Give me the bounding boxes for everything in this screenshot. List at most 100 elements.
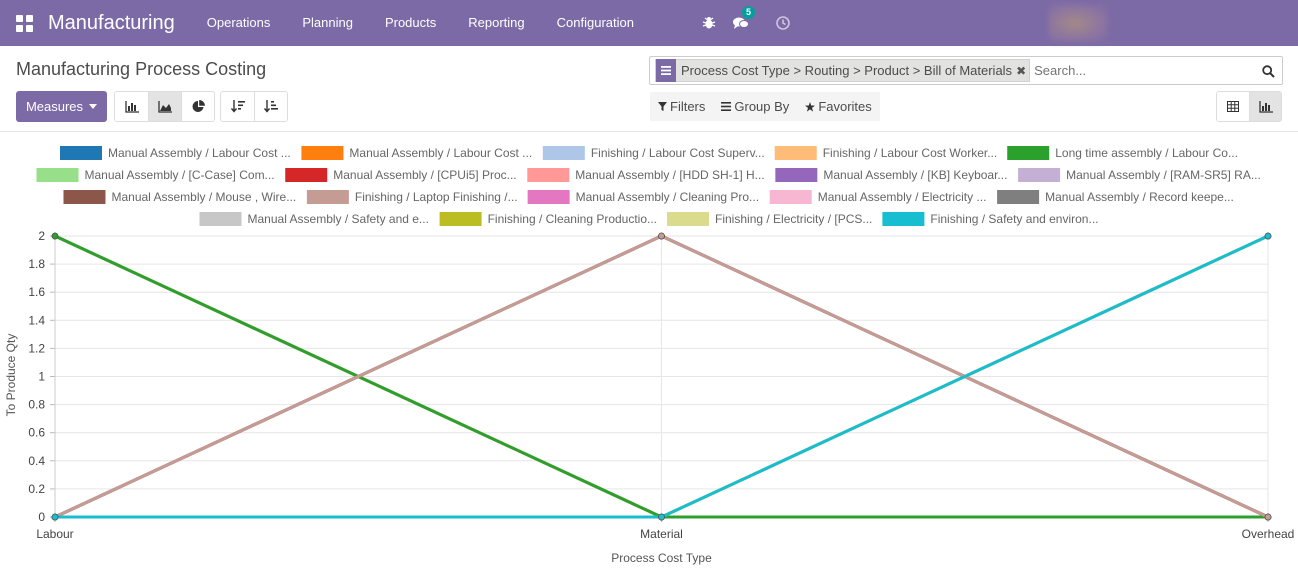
- groupby-label: Group By: [734, 99, 790, 114]
- legend-swatch: [527, 168, 570, 182]
- legend-swatch: [1007, 146, 1050, 160]
- favorites-label: Favorites: [818, 99, 872, 114]
- measures-button[interactable]: Measures: [16, 91, 107, 122]
- legend-item: Finishing / Cleaning Productio...: [439, 212, 657, 226]
- search-input[interactable]: [1034, 63, 1255, 78]
- legend-swatch: [542, 146, 585, 160]
- activity-clock-icon[interactable]: [774, 14, 792, 32]
- bar-chart-icon: [124, 100, 139, 113]
- menu-products[interactable]: Products: [369, 0, 452, 46]
- legend-label: Finishing / Labour Cost Superv...: [591, 146, 765, 160]
- data-point: [51, 232, 59, 240]
- y-tick-label: 1: [38, 370, 45, 384]
- x-tick-label: Labour: [36, 527, 73, 541]
- legend-item: Manual Assembly / Mouse , Wire...: [63, 190, 296, 204]
- legend-label: Manual Assembly / Safety and e...: [248, 212, 429, 226]
- favorites-button[interactable]: Favorites: [805, 99, 872, 114]
- menu-operations[interactable]: Operations: [191, 0, 287, 46]
- list-icon: [721, 102, 732, 111]
- graph-view-button[interactable]: [1249, 92, 1281, 121]
- data-point: [1264, 232, 1272, 240]
- legend-swatch: [774, 146, 817, 160]
- legend-label: Finishing / Cleaning Productio...: [488, 212, 657, 226]
- legend-item: Manual Assembly / [RAM-SR5] RA...: [1018, 168, 1261, 182]
- legend-label: Manual Assembly / [KB] Keyboar...: [823, 168, 1007, 182]
- sort-switcher: [220, 91, 288, 122]
- filters-button[interactable]: Filters: [658, 99, 705, 114]
- legend-label: Manual Assembly / [C-Case] Com...: [85, 168, 275, 182]
- legend-swatch: [199, 212, 242, 226]
- legend-label: Manual Assembly / [HDD SH-1] H...: [575, 168, 764, 182]
- search-bar: Process Cost Type > Routing > Product > …: [649, 56, 1283, 85]
- legend-item: Manual Assembly / [C-Case] Com...: [36, 168, 275, 182]
- menu-configuration[interactable]: Configuration: [541, 0, 650, 46]
- menu-planning[interactable]: Planning: [286, 0, 369, 46]
- chart-legend: Manual Assembly / Labour Cost ... Manual …: [36, 146, 1261, 226]
- view-switcher: [1216, 91, 1282, 122]
- legend-label: Manual Assembly / Labour Cost ...: [108, 146, 291, 160]
- legend-swatch: [775, 168, 818, 182]
- legend-item: Manual Assembly / Cleaning Pro...: [527, 190, 759, 204]
- search-icon[interactable]: [1259, 62, 1277, 80]
- legend-item: Finishing / Labour Cost Worker...: [774, 146, 998, 160]
- legend-swatch: [882, 212, 925, 226]
- legend-item: Manual Assembly / [CPUi5] Proc...: [285, 168, 517, 182]
- sort-ascending-button[interactable]: [254, 92, 287, 121]
- legend-swatch: [527, 190, 570, 204]
- line-chart-button[interactable]: [148, 92, 181, 121]
- legend-item: Finishing / Laptop Finishing /...: [306, 190, 518, 204]
- x-tick-label: Material: [640, 527, 683, 541]
- facet-remove-icon[interactable]: ✖: [1016, 64, 1029, 78]
- legend-label: Manual Assembly / [RAM-SR5] RA...: [1066, 168, 1261, 182]
- debug-bug-icon[interactable]: [700, 14, 718, 32]
- legend-label: Manual Assembly / Record keepe...: [1045, 190, 1234, 204]
- legend-label: Manual Assembly / Mouse , Wire...: [111, 190, 296, 204]
- chart-grid: [50, 235, 1269, 522]
- legend-swatch: [63, 190, 106, 204]
- legend-item: Finishing / Safety and environ...: [882, 212, 1098, 226]
- x-axis-ticks: Labour Material Overhead: [36, 527, 1294, 541]
- legend-item: Finishing / Labour Cost Superv...: [542, 146, 765, 160]
- apps-menu-icon[interactable]: [0, 0, 48, 46]
- legend-item: Finishing / Electricity / [PCS...: [667, 212, 872, 226]
- caret-down-icon: [89, 104, 98, 109]
- y-tick-label: 0.6: [28, 426, 45, 440]
- sort-descending-button[interactable]: [221, 92, 254, 121]
- user-avatar[interactable]: [1048, 4, 1108, 42]
- legend-item: Manual Assembly / Labour Cost ...: [301, 146, 532, 160]
- data-point: [1264, 513, 1272, 521]
- menu-reporting[interactable]: Reporting: [452, 0, 540, 46]
- search-options-bar: Filters Group By Favorites: [650, 92, 880, 121]
- legend-swatch: [306, 190, 349, 204]
- groupby-facet-value: Process Cost Type > Routing > Product > …: [681, 63, 1013, 78]
- pivot-view-button[interactable]: [1217, 92, 1249, 121]
- x-tick-label: Overhead: [1242, 527, 1295, 541]
- star-icon: [805, 101, 816, 112]
- filters-label: Filters: [670, 99, 706, 114]
- legend-swatch: [997, 190, 1040, 204]
- x-axis-label: Process Cost Type: [611, 551, 712, 565]
- legend-item: Manual Assembly / Labour Cost ...: [60, 146, 291, 160]
- messages-icon[interactable]: 5: [732, 6, 756, 32]
- y-tick-label: 0.4: [28, 454, 45, 468]
- legend-item: Manual Assembly / Record keepe...: [997, 190, 1234, 204]
- groupby-button[interactable]: Group By: [721, 99, 789, 114]
- measures-label: Measures: [25, 99, 84, 114]
- legend-swatch: [36, 168, 79, 182]
- bar-chart-button[interactable]: [115, 92, 148, 121]
- pie-chart-icon: [192, 100, 205, 112]
- legend-swatch: [667, 212, 710, 226]
- y-tick-label: 1.4: [28, 313, 45, 327]
- groupby-facet: Process Cost Type > Routing > Product > …: [655, 59, 1031, 82]
- legend-label: Manual Assembly / Electricity ...: [818, 190, 987, 204]
- legend-item: Manual Assembly / Electricity ...: [769, 190, 987, 204]
- app-brand[interactable]: Manufacturing: [48, 12, 175, 35]
- legend-item: Long time assembly / Labour Co...: [1007, 146, 1238, 160]
- y-axis-label: To Produce Qty: [4, 334, 18, 417]
- pie-chart-button[interactable]: [181, 92, 214, 121]
- legend-label: Long time assembly / Labour Co...: [1055, 146, 1238, 160]
- y-axis-ticks: 0 0.2 0.4 0.6 0.8 1 1.2 1.4 1.6 1.8 2: [28, 229, 45, 524]
- legend-label: Manual Assembly / [CPUi5] Proc...: [333, 168, 516, 182]
- legend-label: Manual Assembly / Labour Cost ...: [349, 146, 532, 160]
- legend-label: Finishing / Labour Cost Worker...: [823, 146, 998, 160]
